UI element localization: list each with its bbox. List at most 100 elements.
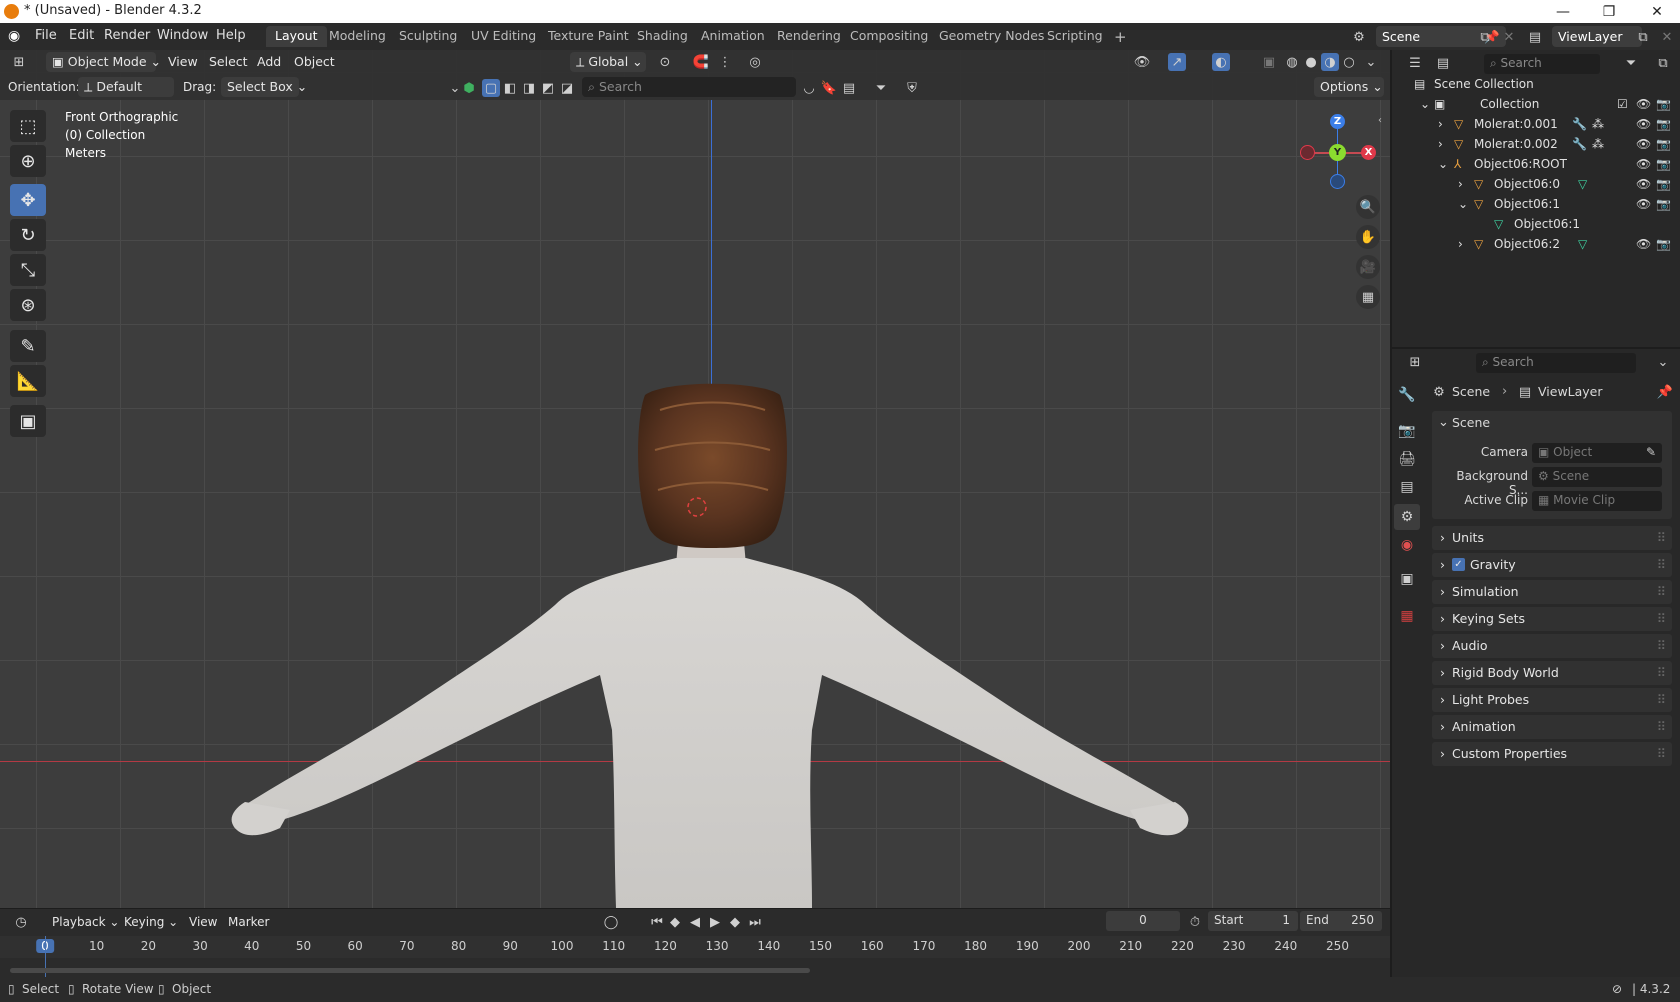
tool-props-tab-icon[interactable]: 🔧 xyxy=(1394,382,1420,408)
background-scene-field[interactable]: ⚙ Scene xyxy=(1532,467,1662,487)
neg-z-axis-icon[interactable] xyxy=(1330,174,1345,189)
render-props-tab-icon[interactable]: 📷 xyxy=(1394,418,1420,444)
bookmark-icon[interactable]: 🔖 xyxy=(820,79,838,97)
vertex-groups-icon[interactable]: ⁂ xyxy=(1592,117,1604,131)
camera-view-icon[interactable]: 🎥 xyxy=(1356,255,1380,279)
shield-icon[interactable]: ⛨ xyxy=(903,79,921,97)
eyedropper-icon[interactable]: ✎ xyxy=(1646,445,1656,459)
add-cube-tool-icon[interactable]: ▣ xyxy=(10,405,46,437)
tab-rendering[interactable]: Rendering xyxy=(768,26,850,47)
next-keyframe-icon[interactable]: ◆ xyxy=(726,913,744,931)
display-mode-icon[interactable]: ▤ xyxy=(840,79,858,97)
visibility-eye-icon[interactable]: 👁 xyxy=(1636,117,1651,131)
material-shading-icon[interactable]: ◑ xyxy=(1321,53,1339,71)
end-frame-field[interactable]: End 250 xyxy=(1300,911,1382,931)
play-reverse-icon[interactable]: ◀ xyxy=(686,913,704,931)
mesh-data-icon[interactable]: ▽ xyxy=(1578,237,1587,251)
play-icon[interactable]: ▶ xyxy=(706,913,724,931)
properties-options-icon[interactable]: ⌄ xyxy=(1654,353,1672,371)
tab-compositing[interactable]: Compositing xyxy=(841,26,937,47)
collection-props-tab-icon[interactable]: ▣ xyxy=(1394,566,1420,592)
timeline-editor-type-icon[interactable]: ◷ xyxy=(12,913,30,931)
outliner-row[interactable]: ▽ Object06:1 xyxy=(1392,217,1680,237)
modifier-wrench-icon[interactable]: 🔧 xyxy=(1572,117,1587,131)
outliner-row[interactable]: ▤ Scene Collection xyxy=(1392,77,1680,97)
start-frame-field[interactable]: Start 1 xyxy=(1208,911,1298,931)
minimize-icon[interactable]: — xyxy=(1540,0,1586,23)
scene-panel-title[interactable]: Scene xyxy=(1452,415,1490,430)
y-axis-icon[interactable]: Y xyxy=(1329,144,1346,161)
perspective-grid-icon[interactable]: ▦ xyxy=(1356,285,1380,309)
filter-icon[interactable]: ⏷ xyxy=(872,79,890,97)
panel-light-probes[interactable]: › Light Probes ⠿ xyxy=(1432,688,1672,712)
menu-playback[interactable]: Playback ⌄ xyxy=(52,915,119,929)
cursor-tool-icon[interactable]: ⊕ xyxy=(10,145,46,177)
new-collection-icon[interactable]: ⧉ xyxy=(1654,54,1672,72)
blender-menu-icon[interactable]: ◉ xyxy=(8,28,20,44)
texture-props-tab-icon[interactable]: ▦ xyxy=(1394,603,1420,629)
pivot-icon[interactable]: ⊙ xyxy=(656,53,674,71)
panel-animation[interactable]: › Animation ⠿ xyxy=(1432,715,1672,739)
visibility-eye-icon[interactable]: 👁 xyxy=(1636,157,1651,171)
panel-units[interactable]: › Units ⠿ xyxy=(1432,526,1672,550)
outliner-search[interactable]: ⌕ Search xyxy=(1484,54,1600,74)
close-icon[interactable]: ✕ xyxy=(1634,0,1680,23)
render-camera-icon[interactable]: 📷 xyxy=(1656,157,1671,171)
snap-icon[interactable]: 🧲 xyxy=(692,53,710,71)
viewlayer-props-tab-icon[interactable]: ▤ xyxy=(1394,474,1420,500)
menu-keying[interactable]: Keying ⌄ xyxy=(124,915,178,929)
panel-audio[interactable]: › Audio ⠿ xyxy=(1432,634,1672,658)
editor-type-icon[interactable]: ⊞ xyxy=(10,53,28,71)
render-camera-icon[interactable]: 📷 xyxy=(1656,137,1671,151)
prev-keyframe-icon[interactable]: ◆ xyxy=(666,913,684,931)
character-model[interactable] xyxy=(0,50,1390,908)
active-clip-field[interactable]: ▦ Movie Clip xyxy=(1532,491,1662,511)
select-mode-icon[interactable]: ▢ xyxy=(482,79,500,97)
scene-panel-chevron-icon[interactable]: ⌄ xyxy=(1438,415,1449,430)
mode-selector[interactable]: ▣ Object Mode ⌄ xyxy=(46,52,161,72)
menu-add[interactable]: Add xyxy=(257,54,281,69)
xray-icon[interactable]: ▣ xyxy=(1260,53,1278,71)
menu-file[interactable]: File xyxy=(35,28,57,43)
clear-filter-icon[interactable]: ◡ xyxy=(800,79,818,97)
clock-icon[interactable]: ⏱ xyxy=(1186,913,1204,931)
wireframe-shading-icon[interactable]: ◍ xyxy=(1283,53,1301,71)
new-scene-icon[interactable]: ⧉ xyxy=(1476,28,1494,46)
solid-shading-icon[interactable]: ● xyxy=(1302,53,1320,71)
menu-marker[interactable]: Marker xyxy=(228,915,269,929)
scale-tool-icon[interactable]: ⤡ xyxy=(10,254,46,286)
tab-layout[interactable]: Layout xyxy=(266,26,327,47)
world-props-tab-icon[interactable]: ◉ xyxy=(1394,532,1420,558)
menu-edit[interactable]: Edit xyxy=(69,28,94,43)
shading-options-icon[interactable]: ⌄ xyxy=(1362,53,1380,71)
outliner-row[interactable]: ⌄ ⅄ Object06:ROOT 👁 📷 xyxy=(1392,157,1680,177)
viewlayer-icon[interactable]: ▤ xyxy=(1526,28,1544,46)
output-props-tab-icon[interactable]: 🖨 xyxy=(1394,446,1420,472)
visibility-eye-icon[interactable]: 👁 xyxy=(1636,97,1651,111)
outliner-filter-icon[interactable]: ⏷ xyxy=(1622,54,1640,72)
z-axis-icon[interactable]: Z xyxy=(1330,114,1345,129)
navigation-gizmo[interactable]: Z Y X xyxy=(1300,112,1380,192)
exclude-checkbox-icon[interactable]: ☑ xyxy=(1617,97,1628,111)
pan-hand-icon[interactable]: ✋ xyxy=(1356,225,1380,249)
render-camera-icon[interactable]: 📷 xyxy=(1656,177,1671,191)
orientation-selector[interactable]: ⟂ Default xyxy=(78,77,174,97)
gravity-checkbox[interactable]: ✓ xyxy=(1452,558,1465,571)
visibility-eye-icon[interactable]: 👁 xyxy=(1636,237,1651,251)
menu-view[interactable]: View xyxy=(168,54,198,69)
frame-ruler[interactable]: 0102030405060708090100110120130140150160… xyxy=(0,936,1390,958)
overlay-toggle-icon[interactable]: ◐ xyxy=(1212,53,1230,71)
x-axis-icon[interactable]: X xyxy=(1361,145,1376,160)
outliner-row[interactable]: › ▽ Molerat:0.002 🔧 ⁂ 👁 📷 xyxy=(1392,137,1680,157)
menu-window[interactable]: Window xyxy=(157,28,208,43)
annotate-tool-icon[interactable]: ✎ xyxy=(10,330,46,362)
visibility-eye-icon[interactable]: 👁 xyxy=(1636,137,1651,151)
jump-start-icon[interactable]: ⏮ xyxy=(648,913,666,931)
current-frame-field[interactable]: 0 xyxy=(1106,911,1180,931)
select-box-tool-icon[interactable]: ⬚ xyxy=(10,110,46,142)
panel-keying-sets[interactable]: › Keying Sets ⠿ xyxy=(1432,607,1672,631)
visibility-eye-icon[interactable]: 👁 xyxy=(1636,177,1651,191)
render-camera-icon[interactable]: 📷 xyxy=(1656,117,1671,131)
menu-view[interactable]: View xyxy=(189,915,217,929)
menu-render[interactable]: Render xyxy=(104,28,150,43)
